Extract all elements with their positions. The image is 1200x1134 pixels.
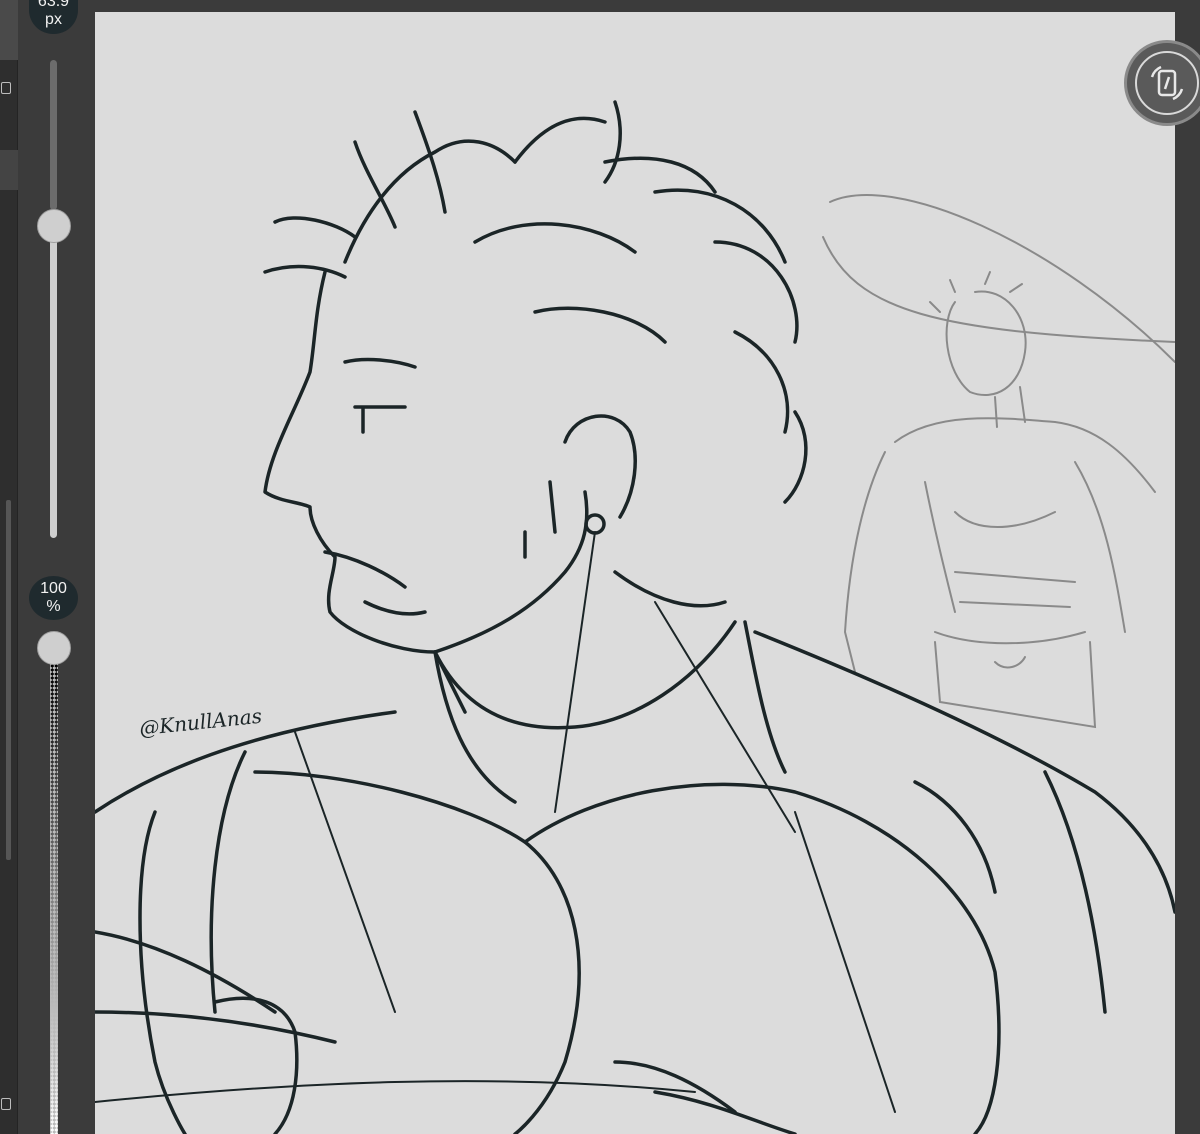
sketch-artwork <box>95 100 1175 1134</box>
brush-size-unit: px <box>45 11 62 28</box>
rotate-canvas-glyph <box>1150 65 1184 101</box>
opacity-knob[interactable] <box>37 631 71 665</box>
brush-size-indicator: 63.9 px <box>29 0 78 34</box>
opacity-unit: % <box>46 598 61 615</box>
layer-icon[interactable] <box>1 82 11 94</box>
brush-size-value: 63.9 <box>37 0 70 10</box>
panel-scrollbar[interactable] <box>6 500 11 860</box>
canvas-frame: @KnullAnas <box>93 0 1200 1134</box>
brush-size-knob[interactable] <box>37 209 71 243</box>
brush-slider-panel: 63.9 px 100 % <box>18 0 93 1134</box>
drawing-canvas[interactable]: @KnullAnas <box>95 12 1175 1134</box>
left-panel-edge <box>0 0 18 1134</box>
panel-icon[interactable] <box>1 1098 11 1110</box>
panel-block <box>0 150 18 190</box>
brush-size-track-upper[interactable] <box>50 60 57 210</box>
rotate-canvas-button[interactable] <box>1124 40 1200 126</box>
background-sketch <box>822 194 1175 729</box>
main-sketch <box>95 100 1175 1134</box>
drawing-app: 63.9 px 100 % @KnullAnas <box>0 0 1200 1134</box>
opacity-indicator: 100 % <box>29 576 78 620</box>
opacity-track[interactable] <box>50 664 58 1134</box>
rotate-canvas-icon <box>1135 51 1199 115</box>
opacity-value: 100 <box>40 580 67 597</box>
panel-block <box>0 0 18 60</box>
brush-size-track[interactable] <box>50 226 57 538</box>
